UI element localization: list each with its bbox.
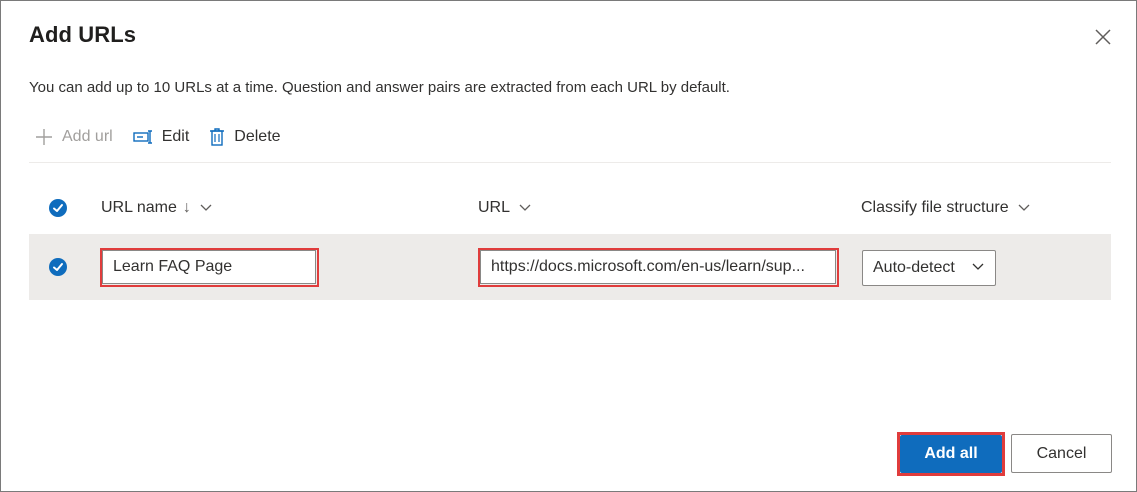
add-urls-dialog: Add URLs You can add up to 10 URLs at a … — [0, 0, 1137, 492]
edit-rename-icon — [133, 129, 153, 145]
dialog-title: Add URLs — [29, 22, 137, 47]
select-all-checkbox[interactable] — [49, 199, 67, 217]
chevron-down-icon — [199, 203, 213, 213]
add-url-label: Add url — [62, 128, 113, 145]
dialog-description: You can add up to 10 URLs at a time. Que… — [29, 79, 730, 96]
add-url-button[interactable]: Add url — [35, 128, 113, 146]
checkmark-icon — [53, 263, 63, 271]
toolbar: Add url Edit Delete — [35, 122, 301, 152]
chevron-down-icon — [971, 262, 985, 272]
close-button[interactable] — [1092, 26, 1114, 48]
add-all-button[interactable]: Add all — [900, 435, 1002, 473]
sort-descending-icon: ↓ — [182, 199, 191, 216]
url-name-input[interactable]: Learn FAQ Page — [102, 250, 316, 284]
cancel-button[interactable]: Cancel — [1011, 434, 1112, 473]
edit-button[interactable]: Edit — [133, 128, 190, 146]
chevron-down-icon — [1017, 203, 1031, 213]
column-header-label: Classify file structure — [861, 199, 1009, 216]
toolbar-divider — [29, 162, 1111, 163]
edit-label: Edit — [161, 128, 190, 145]
column-header-classify[interactable]: Classify file structure — [861, 199, 1031, 217]
row-checkbox[interactable] — [49, 258, 67, 276]
chevron-down-icon — [518, 203, 532, 213]
column-header-label: URL name — [101, 199, 177, 216]
column-header-url[interactable]: URL — [478, 199, 532, 217]
checkmark-icon — [53, 204, 63, 212]
plus-icon — [35, 128, 53, 146]
classify-dropdown-value: Auto-detect — [873, 259, 955, 276]
delete-label: Delete — [234, 128, 281, 145]
delete-button[interactable]: Delete — [209, 127, 281, 147]
close-icon — [1095, 29, 1111, 45]
trash-icon — [209, 127, 225, 147]
column-header-url-name[interactable]: URL name ↓ — [101, 199, 213, 217]
column-header-label: URL — [478, 199, 511, 216]
classify-dropdown[interactable]: Auto-detect — [862, 250, 996, 286]
url-input[interactable]: https://docs.microsoft.com/en-us/learn/s… — [480, 250, 836, 284]
